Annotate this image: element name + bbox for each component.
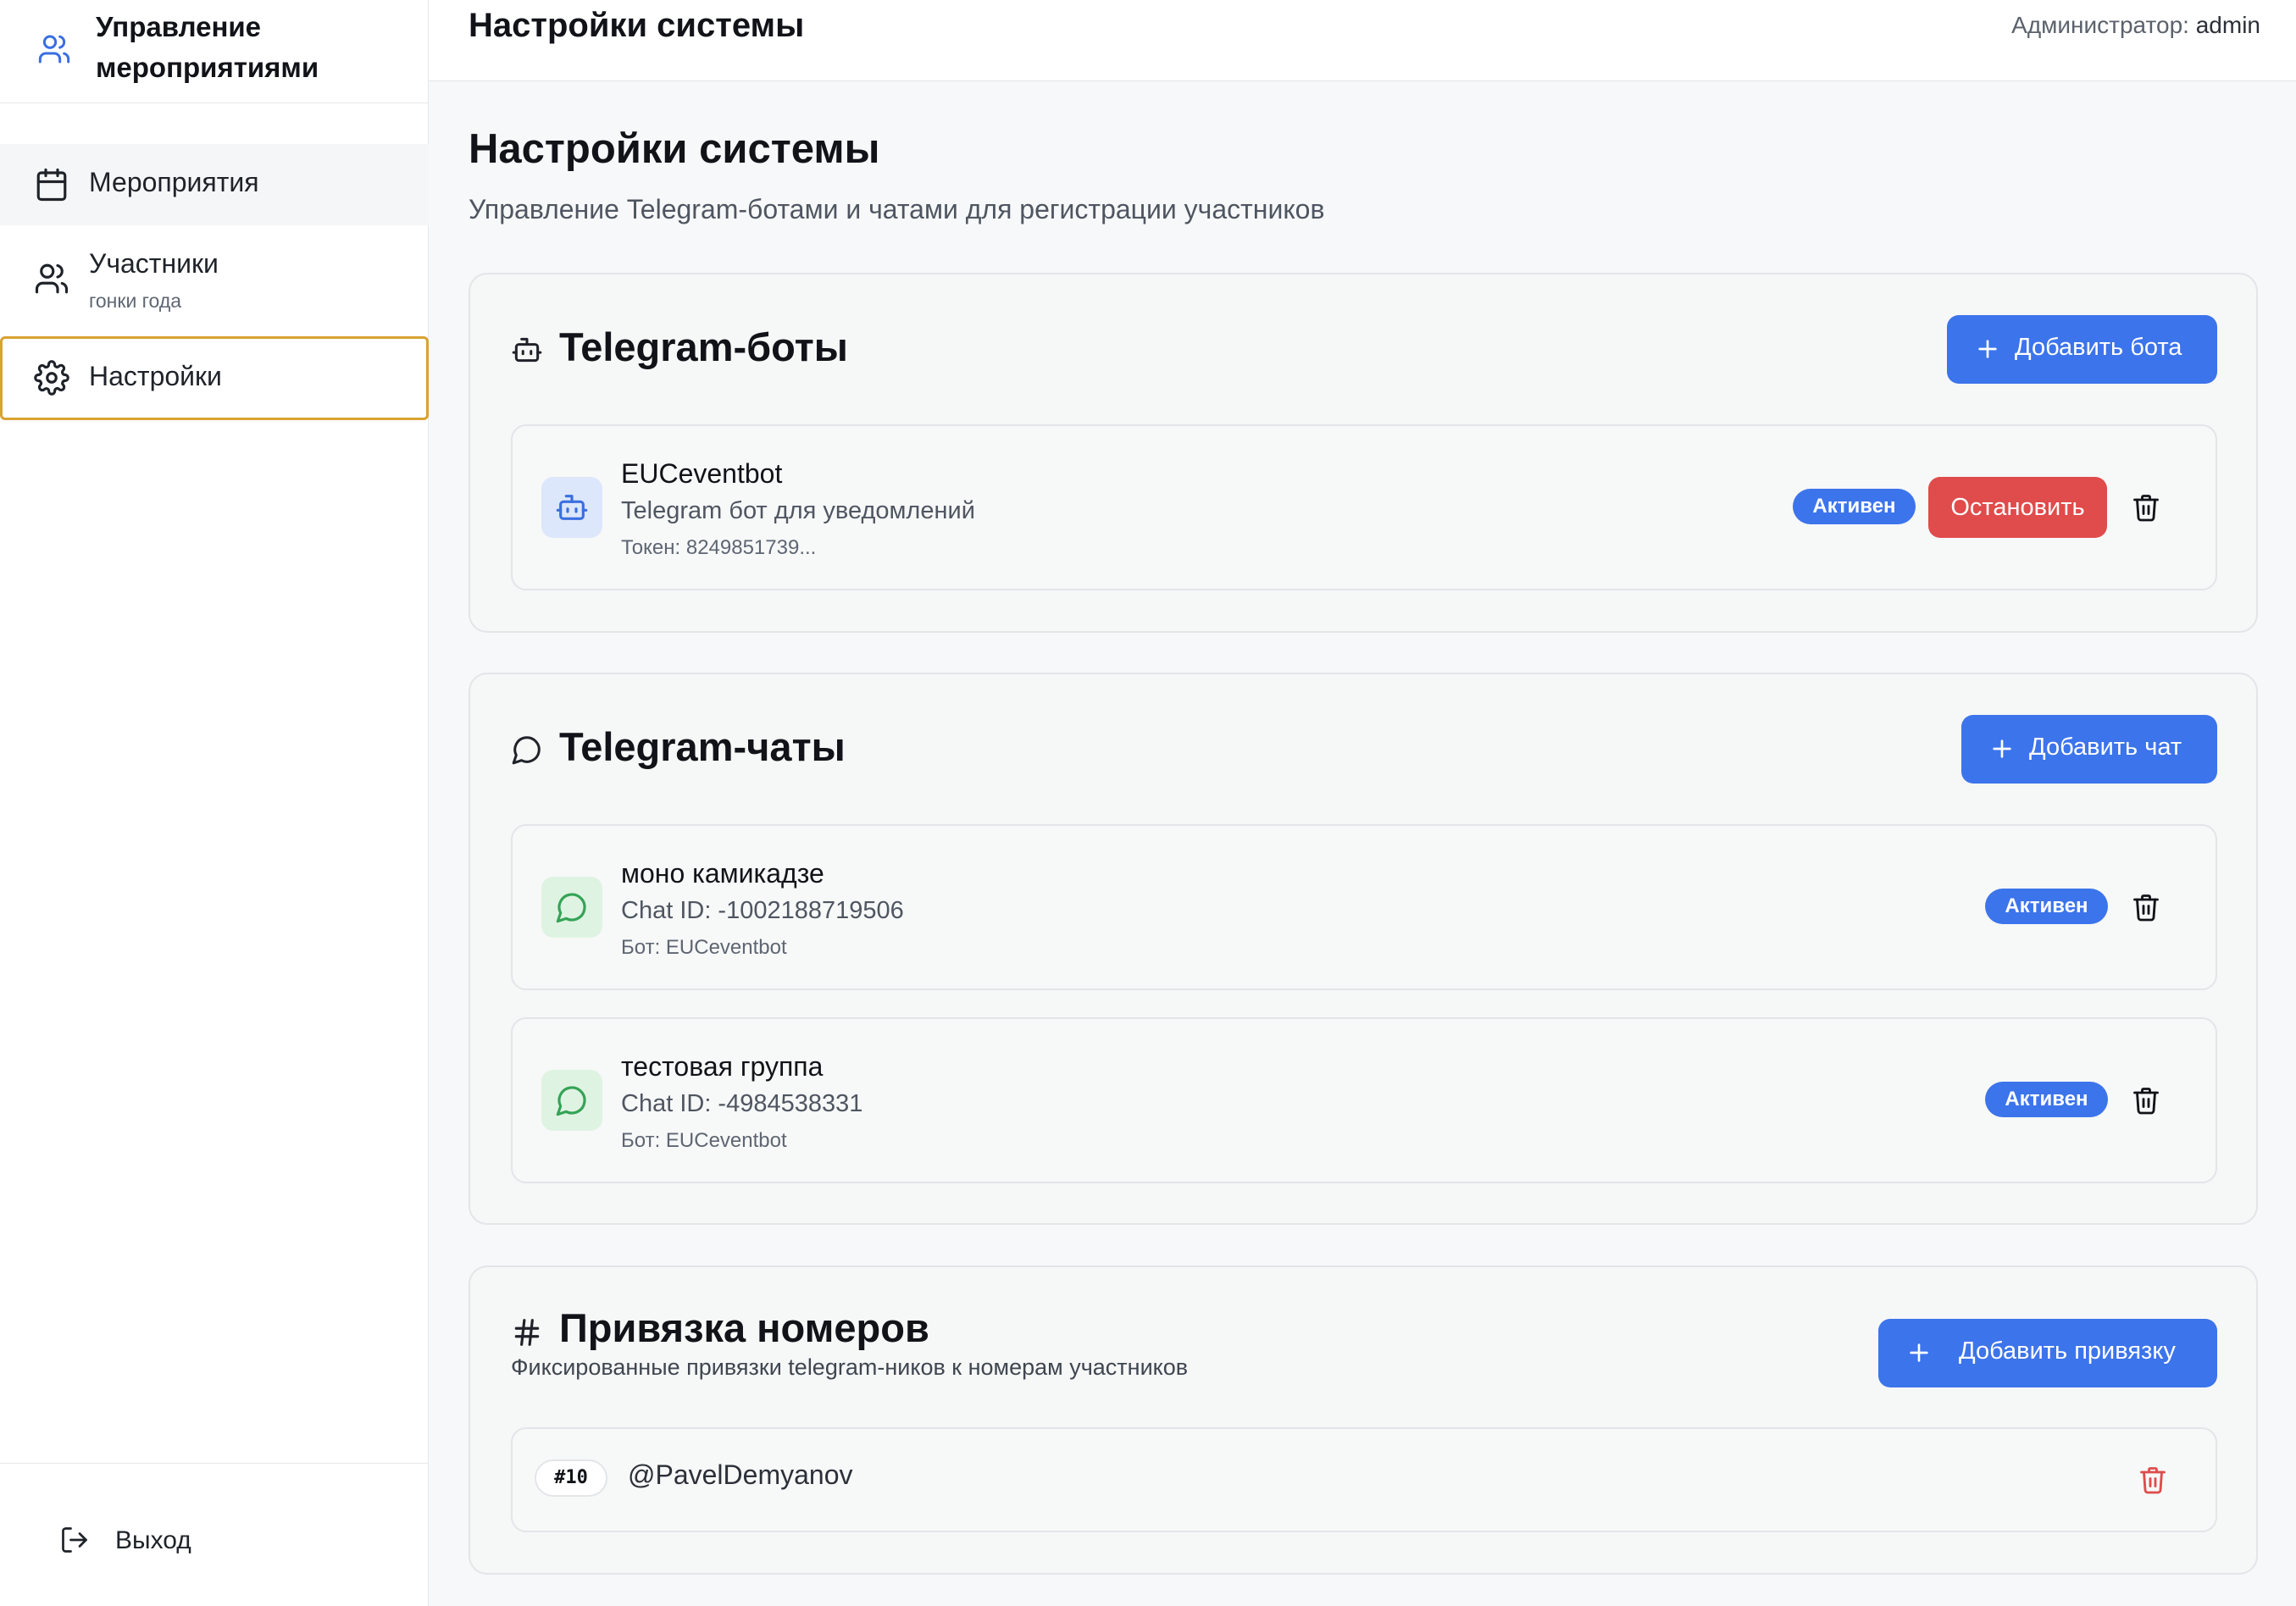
status-badge: Активен [1985, 1082, 2108, 1117]
bot-icon [511, 334, 543, 366]
chat-id: Chat ID: -1002188719506 [621, 897, 904, 924]
add-bot-label: Добавить бота [2015, 334, 2182, 361]
trash-icon[interactable] [2131, 1085, 2161, 1116]
chat-avatar [541, 1070, 602, 1131]
users-icon [34, 261, 69, 296]
top-bar: Настройки системы Администратор: admin [429, 0, 2296, 81]
message-circle-icon [511, 734, 543, 766]
section-description: Фиксированные привязки telegram-ников к … [511, 1354, 1189, 1380]
users-icon [37, 32, 71, 66]
chats-section: Telegram-чаты Добавить чат моно камикадз… [469, 673, 2258, 1225]
section-title: Привязка номеров [559, 1305, 929, 1350]
bots-section: Telegram-боты Добавить бота EUCeventbot … [469, 273, 2258, 633]
trash-icon[interactable] [2138, 1465, 2168, 1495]
plus-icon [1974, 335, 2001, 363]
add-chat-button[interactable]: Добавить чат [1961, 715, 2217, 784]
telegram-handle: @PavelDemyanov [628, 1459, 853, 1490]
bindings-section: Привязка номеров Фиксированные привязки … [469, 1265, 2258, 1575]
sidebar-item-label: Настройки [89, 361, 222, 391]
logout-label: Выход [115, 1526, 191, 1554]
add-binding-button[interactable]: Добавить привязку [1878, 1319, 2217, 1387]
brand-title: Управление мероприятиями [96, 11, 319, 83]
sidebar-item-label: Участники [89, 248, 219, 279]
bot-description: Telegram бот для уведомлений [621, 497, 975, 524]
chat-item: тестовая группа Chat ID: -4984538331 Бот… [511, 1017, 2217, 1183]
chat-name: тестовая группа [621, 1051, 824, 1082]
bot-avatar [541, 477, 602, 538]
sidebar-item-participants[interactable]: Участники гонки года [0, 225, 429, 330]
binding-item: #10 @PavelDemyanov [511, 1427, 2217, 1532]
sidebar-footer: Выход [0, 1463, 428, 1606]
chat-bot: Бот: EUCeventbot [621, 936, 787, 959]
add-chat-label: Добавить чат [2029, 734, 2182, 761]
section-title: Telegram-чаты [559, 724, 846, 769]
page-title: Настройки системы [469, 126, 880, 172]
log-out-icon [59, 1525, 90, 1555]
status-badge: Активен [1793, 489, 1916, 524]
sidebar-item-sublabel: гонки года [89, 290, 182, 312]
sidebar-item-settings[interactable]: Настройки [0, 336, 429, 420]
calendar-icon [34, 167, 69, 202]
sidebar: Управление мероприятиями Мероприятия Уча… [0, 0, 429, 1606]
page-subtitle: Управление Telegram-ботами и чатами для … [469, 194, 1325, 224]
chat-bot: Бот: EUCeventbot [621, 1129, 787, 1152]
chat-avatar [541, 877, 602, 938]
plus-icon [1905, 1339, 1933, 1366]
trash-icon[interactable] [2131, 892, 2161, 922]
chat-name: моно камикадзе [621, 858, 824, 889]
gear-icon [34, 360, 69, 396]
add-binding-label: Добавить привязку [1959, 1337, 2176, 1365]
user-name: admin [2195, 12, 2260, 38]
topbar-title: Настройки системы [469, 7, 805, 44]
bot-name: EUCeventbot [621, 458, 783, 489]
hash-icon [511, 1316, 543, 1348]
sidebar-item-label: Мероприятия [89, 167, 259, 197]
status-badge: Активен [1985, 889, 2108, 924]
chat-item: моно камикадзе Chat ID: -1002188719506 Б… [511, 824, 2217, 990]
trash-icon[interactable] [2131, 492, 2161, 523]
chat-id: Chat ID: -4984538331 [621, 1090, 863, 1117]
logout-button[interactable]: Выход [59, 1523, 229, 1560]
stop-bot-button[interactable]: Остановить [1928, 477, 2107, 538]
bot-item: EUCeventbot Telegram бот для уведомлений… [511, 424, 2217, 590]
number-badge: #10 [535, 1459, 607, 1497]
plus-icon [1988, 735, 2016, 762]
user-role-label: Администратор: [2011, 12, 2189, 38]
section-title: Telegram-боты [559, 324, 848, 369]
brand: Управление мероприятиями [0, 0, 428, 103]
current-user: Администратор: admin [2011, 12, 2260, 39]
sidebar-item-events[interactable]: Мероприятия [0, 144, 429, 225]
add-bot-button[interactable]: Добавить бота [1947, 315, 2217, 384]
bot-token: Токен: 8249851739... [621, 536, 817, 559]
